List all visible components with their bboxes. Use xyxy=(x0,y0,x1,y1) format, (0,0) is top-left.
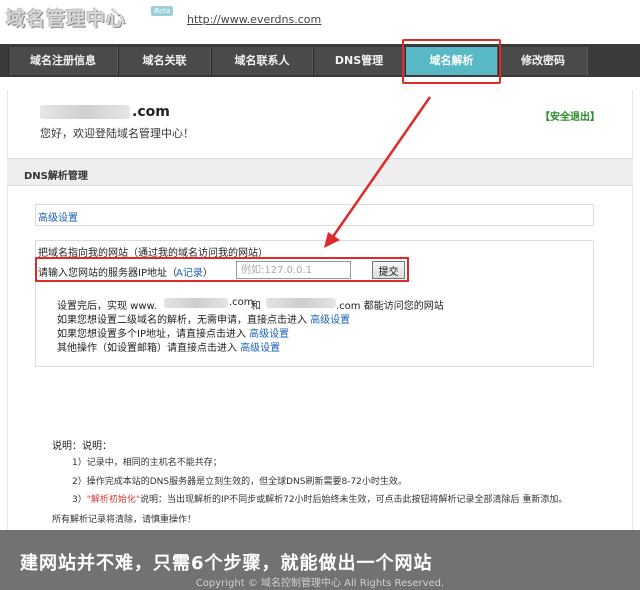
advanced-settings-link[interactable]: 高级设置 xyxy=(38,209,78,224)
note-2: 2）操作完成本站的DNS服务器是立刻生效的，但全球DNS刷新需要8-72小时生效… xyxy=(72,477,407,487)
section-header xyxy=(7,158,633,186)
a-record-link[interactable]: A记录） xyxy=(176,264,213,279)
info-line-4: 其他操作（如设置邮箱）请直接点击进入 高级设置 xyxy=(57,343,281,354)
header: 域名管理中心 Beta http://www.everdns.com xyxy=(0,0,640,42)
info-line-1: 设置完后，实现 www. xyxy=(57,301,157,312)
advanced-link-2[interactable]: 高级设置 xyxy=(310,315,350,326)
advanced-link-4[interactable]: 高级设置 xyxy=(240,343,280,354)
site-url-link[interactable]: http://www.everdns.com xyxy=(187,13,321,26)
info-com-1: .com xyxy=(229,297,254,308)
info-line-2: 如果您想设置二级域名的解析，无需申请，直接点击进入 高级设置 xyxy=(57,315,351,326)
nav-change-password[interactable]: 修改密码 xyxy=(498,47,588,75)
submit-button[interactable]: 提交 xyxy=(372,261,405,279)
nav-highlight-box xyxy=(402,39,501,84)
beta-badge: Beta xyxy=(151,6,174,16)
notes-title: 说明：说明： xyxy=(52,441,112,452)
ip-address-input[interactable] xyxy=(236,261,351,279)
note-3: 3）"解析初始化"说明：当出现解析的IP不同步或解析72小时后始终未生效，可点击… xyxy=(72,495,568,505)
domain-blur-1 xyxy=(164,298,228,308)
nav-domain-association[interactable]: 域名关联 xyxy=(118,47,211,75)
reset-dns-link[interactable]: "解析初始化" xyxy=(87,495,140,505)
caption-text: 建网站并不难，只需6个步骤，就能做出一个网站 xyxy=(20,553,433,574)
copyright-text: Copyright © 域名控制管理中心 All Rights Reserved… xyxy=(195,578,445,589)
welcome-text: 您好，欢迎登陆域名管理中心！ xyxy=(40,127,194,140)
advanced-settings-box xyxy=(35,204,594,226)
ip-label: 请输入您网站的服务器IP地址（ xyxy=(38,268,177,279)
info-and: 和 xyxy=(251,301,261,312)
domain-name-blurred xyxy=(40,105,130,119)
domain-suffix: .com xyxy=(132,104,170,120)
site-logo[interactable]: 域名管理中心 xyxy=(6,4,126,31)
nav-dns-management[interactable]: DNS管理 xyxy=(313,47,405,75)
section-title: DNS解析管理 xyxy=(24,171,88,182)
logout-link[interactable]: 【安全退出】 xyxy=(540,108,600,123)
nav-domain-registration[interactable]: 域名注册信息 xyxy=(8,47,118,75)
info-line-3: 如果您想设置多个IP地址，请直接点击进入 高级设置 xyxy=(57,329,290,340)
note-4: 所有解析记录将清除，请慎重操作！ xyxy=(52,515,197,525)
note-1: 1）记录中，相同的主机名不能共存； xyxy=(72,458,222,468)
nav-domain-contacts[interactable]: 域名联系人 xyxy=(211,47,313,75)
main-nav: 域名注册信息 域名关联 域名联系人 DNS管理 域名解析 修改密码 xyxy=(0,44,640,77)
info-com-2: .com 都能访问您的网站 xyxy=(336,301,444,312)
domain-blur-2 xyxy=(266,298,336,308)
